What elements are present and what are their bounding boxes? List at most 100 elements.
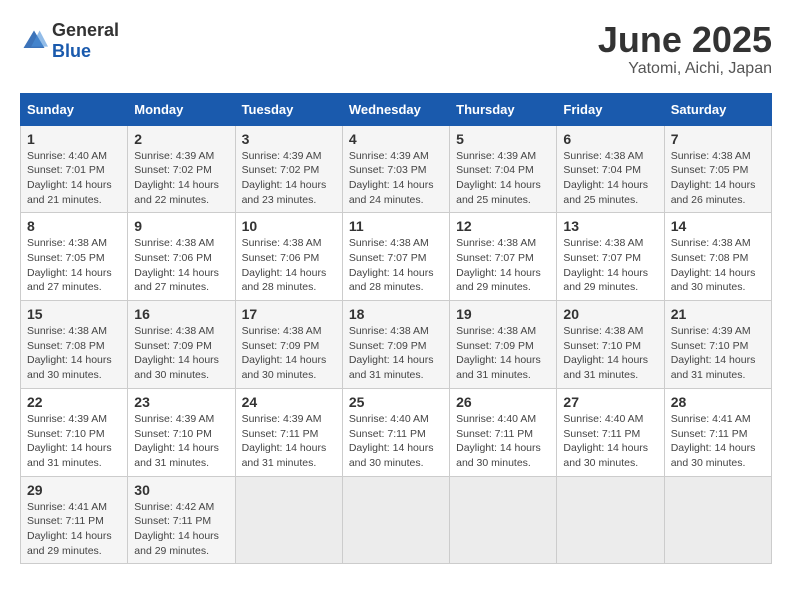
calendar-cell: 5 Sunrise: 4:39 AMSunset: 7:04 PMDaylight… <box>450 125 557 213</box>
logo-general: General <box>52 20 119 40</box>
cell-info: Sunrise: 4:38 AMSunset: 7:10 PMDaylight:… <box>563 324 657 383</box>
header-sunday: Sunday <box>21 93 128 125</box>
cell-info: Sunrise: 4:38 AMSunset: 7:08 PMDaylight:… <box>671 236 765 295</box>
logo: General Blue <box>20 20 119 62</box>
cell-info: Sunrise: 4:39 AMSunset: 7:02 PMDaylight:… <box>242 149 336 208</box>
day-number: 14 <box>671 218 765 234</box>
header-saturday: Saturday <box>664 93 771 125</box>
cell-info: Sunrise: 4:38 AMSunset: 7:07 PMDaylight:… <box>563 236 657 295</box>
calendar-cell: 20 Sunrise: 4:38 AMSunset: 7:10 PMDayligh… <box>557 301 664 389</box>
calendar-cell: 7Sunrise: 4:38 AMSunset: 7:05 PMDaylight… <box>664 125 771 213</box>
day-number: 10 <box>242 218 336 234</box>
cell-info: Sunrise: 4:39 AMSunset: 7:03 PMDaylight:… <box>349 149 443 208</box>
calendar-cell: 25 Sunrise: 4:40 AMSunset: 7:11 PMDayligh… <box>342 388 449 476</box>
header-wednesday: Wednesday <box>342 93 449 125</box>
day-number: 13 <box>563 218 657 234</box>
calendar-cell: 11Sunrise: 4:38 AMSunset: 7:07 PMDayligh… <box>342 213 449 301</box>
day-number: 18 <box>349 306 443 322</box>
day-number: 9 <box>134 218 228 234</box>
calendar-cell <box>557 476 664 564</box>
cell-info: Sunrise: 4:38 AMSunset: 7:07 PMDaylight:… <box>349 236 443 295</box>
day-number: 25 <box>349 394 443 410</box>
day-number: 20 <box>563 306 657 322</box>
calendar-cell: 3 Sunrise: 4:39 AMSunset: 7:02 PMDaylight… <box>235 125 342 213</box>
calendar-cell: 24 Sunrise: 4:39 AMSunset: 7:11 PMDayligh… <box>235 388 342 476</box>
calendar-cell: 26 Sunrise: 4:40 AMSunset: 7:11 PMDayligh… <box>450 388 557 476</box>
calendar-cell: 28Sunrise: 4:41 AMSunset: 7:11 PMDayligh… <box>664 388 771 476</box>
cell-info: Sunrise: 4:38 AMSunset: 7:06 PMDaylight:… <box>134 236 228 295</box>
calendar-cell: 30 Sunrise: 4:42 AMSunset: 7:11 PMDayligh… <box>128 476 235 564</box>
day-number: 23 <box>134 394 228 410</box>
cell-info: Sunrise: 4:40 AMSunset: 7:01 PMDaylight:… <box>27 149 121 208</box>
calendar-week-row: 8 Sunrise: 4:38 AMSunset: 7:05 PMDaylight… <box>21 213 772 301</box>
logo-icon <box>20 27 48 55</box>
cell-info: Sunrise: 4:38 AMSunset: 7:09 PMDaylight:… <box>134 324 228 383</box>
cell-info: Sunrise: 4:40 AMSunset: 7:11 PMDaylight:… <box>349 412 443 471</box>
day-number: 30 <box>134 482 228 498</box>
cell-info: Sunrise: 4:40 AMSunset: 7:11 PMDaylight:… <box>563 412 657 471</box>
calendar-cell: 27 Sunrise: 4:40 AMSunset: 7:11 PMDayligh… <box>557 388 664 476</box>
calendar-cell <box>450 476 557 564</box>
calendar-header-row: Sunday Monday Tuesday Wednesday Thursday… <box>21 93 772 125</box>
header-friday: Friday <box>557 93 664 125</box>
cell-info: Sunrise: 4:38 AMSunset: 7:05 PMDaylight:… <box>27 236 121 295</box>
day-number: 26 <box>456 394 550 410</box>
calendar-cell: 15 Sunrise: 4:38 AMSunset: 7:08 PMDayligh… <box>21 301 128 389</box>
calendar-cell: 1 Sunrise: 4:40 AMSunset: 7:01 PMDaylight… <box>21 125 128 213</box>
cell-info: Sunrise: 4:38 AMSunset: 7:09 PMDaylight:… <box>242 324 336 383</box>
calendar-week-row: 15 Sunrise: 4:38 AMSunset: 7:08 PMDayligh… <box>21 301 772 389</box>
cell-info: Sunrise: 4:39 AMSunset: 7:10 PMDaylight:… <box>134 412 228 471</box>
day-number: 21 <box>671 306 765 322</box>
calendar-week-row: 29Sunrise: 4:41 AMSunset: 7:11 PMDayligh… <box>21 476 772 564</box>
cell-info: Sunrise: 4:39 AMSunset: 7:11 PMDaylight:… <box>242 412 336 471</box>
cell-info: Sunrise: 4:39 AMSunset: 7:10 PMDaylight:… <box>671 324 765 383</box>
cell-info: Sunrise: 4:38 AMSunset: 7:06 PMDaylight:… <box>242 236 336 295</box>
day-number: 16 <box>134 306 228 322</box>
day-number: 3 <box>242 131 336 147</box>
day-number: 5 <box>456 131 550 147</box>
day-number: 19 <box>456 306 550 322</box>
calendar-cell: 18 Sunrise: 4:38 AMSunset: 7:09 PMDayligh… <box>342 301 449 389</box>
title-area: June 2025 Yatomi, Aichi, Japan <box>598 20 772 78</box>
day-number: 15 <box>27 306 121 322</box>
cell-info: Sunrise: 4:42 AMSunset: 7:11 PMDaylight:… <box>134 500 228 559</box>
day-number: 22 <box>27 394 121 410</box>
calendar-cell: 10 Sunrise: 4:38 AMSunset: 7:06 PMDayligh… <box>235 213 342 301</box>
page-header: General Blue June 2025 Yatomi, Aichi, Ja… <box>20 20 772 78</box>
day-number: 7 <box>671 131 765 147</box>
calendar-cell <box>664 476 771 564</box>
day-number: 1 <box>27 131 121 147</box>
cell-info: Sunrise: 4:39 AMSunset: 7:10 PMDaylight:… <box>27 412 121 471</box>
cell-info: Sunrise: 4:41 AMSunset: 7:11 PMDaylight:… <box>671 412 765 471</box>
calendar-cell: 6 Sunrise: 4:38 AMSunset: 7:04 PMDaylight… <box>557 125 664 213</box>
logo-blue: Blue <box>52 41 91 61</box>
day-number: 2 <box>134 131 228 147</box>
cell-info: Sunrise: 4:38 AMSunset: 7:07 PMDaylight:… <box>456 236 550 295</box>
day-number: 8 <box>27 218 121 234</box>
day-number: 6 <box>563 131 657 147</box>
cell-info: Sunrise: 4:39 AMSunset: 7:04 PMDaylight:… <box>456 149 550 208</box>
calendar-week-row: 22 Sunrise: 4:39 AMSunset: 7:10 PMDayligh… <box>21 388 772 476</box>
cell-info: Sunrise: 4:38 AMSunset: 7:04 PMDaylight:… <box>563 149 657 208</box>
calendar-cell: 23 Sunrise: 4:39 AMSunset: 7:10 PMDayligh… <box>128 388 235 476</box>
calendar-cell: 4 Sunrise: 4:39 AMSunset: 7:03 PMDaylight… <box>342 125 449 213</box>
calendar-cell: 17Sunrise: 4:38 AMSunset: 7:09 PMDayligh… <box>235 301 342 389</box>
calendar-cell <box>342 476 449 564</box>
header-thursday: Thursday <box>450 93 557 125</box>
calendar-week-row: 1 Sunrise: 4:40 AMSunset: 7:01 PMDaylight… <box>21 125 772 213</box>
month-year-title: June 2025 <box>598 20 772 60</box>
calendar-cell: 2 Sunrise: 4:39 AMSunset: 7:02 PMDaylight… <box>128 125 235 213</box>
day-number: 29 <box>27 482 121 498</box>
cell-info: Sunrise: 4:39 AMSunset: 7:02 PMDaylight:… <box>134 149 228 208</box>
calendar-cell: 29Sunrise: 4:41 AMSunset: 7:11 PMDayligh… <box>21 476 128 564</box>
day-number: 27 <box>563 394 657 410</box>
cell-info: Sunrise: 4:38 AMSunset: 7:08 PMDaylight:… <box>27 324 121 383</box>
cell-info: Sunrise: 4:40 AMSunset: 7:11 PMDaylight:… <box>456 412 550 471</box>
cell-info: Sunrise: 4:38 AMSunset: 7:09 PMDaylight:… <box>349 324 443 383</box>
day-number: 24 <box>242 394 336 410</box>
calendar-cell: 9 Sunrise: 4:38 AMSunset: 7:06 PMDaylight… <box>128 213 235 301</box>
cell-info: Sunrise: 4:38 AMSunset: 7:09 PMDaylight:… <box>456 324 550 383</box>
day-number: 12 <box>456 218 550 234</box>
day-number: 4 <box>349 131 443 147</box>
calendar-cell: 21 Sunrise: 4:39 AMSunset: 7:10 PMDayligh… <box>664 301 771 389</box>
